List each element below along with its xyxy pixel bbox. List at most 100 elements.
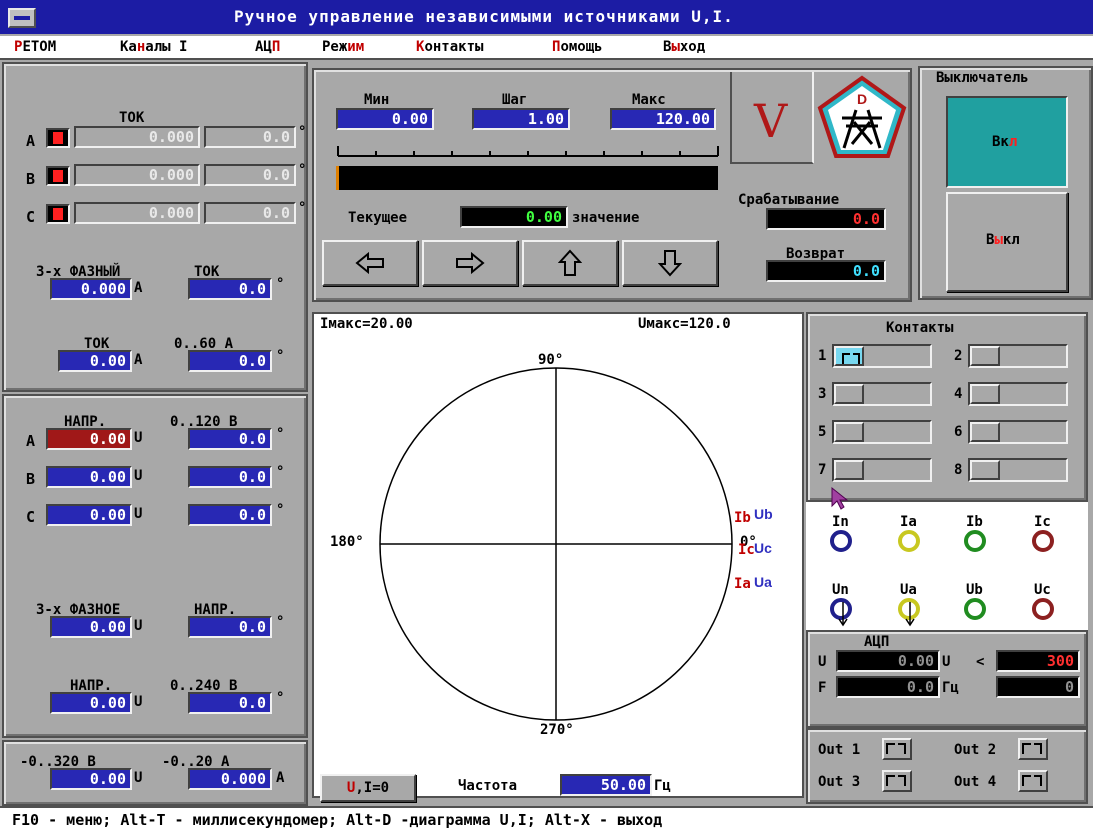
breaker-on-label: Вкл xyxy=(992,134,1018,150)
contact-7-knob xyxy=(834,460,864,480)
zero-ui-button[interactable]: U,I=0 xyxy=(320,774,416,802)
range240-voltage-field[interactable]: 0.00 xyxy=(50,692,132,714)
logo-box: D xyxy=(816,72,908,164)
level-fill xyxy=(336,166,339,190)
dc-current-field[interactable]: 0.000 xyxy=(188,768,272,790)
breaker-on-button[interactable]: Вкл xyxy=(946,96,1068,188)
contact-1-knob xyxy=(834,346,864,366)
step-field[interactable]: 1.00 xyxy=(472,108,570,130)
status-text: F10 - меню; Alt-T - миллисекундомер; Alt… xyxy=(12,811,663,829)
current-title: ТОК xyxy=(119,110,145,126)
degree-symbol: ° xyxy=(276,348,285,364)
menu-contacts[interactable]: Контакты xyxy=(416,39,483,55)
phase-a-angle-field[interactable]: 0.0 xyxy=(204,126,296,148)
contact-7-toggle[interactable] xyxy=(832,458,932,482)
terminal-ic-label: Ic xyxy=(1034,514,1051,530)
unit-label: Гц xyxy=(942,680,959,696)
contact-5-toggle[interactable] xyxy=(832,420,932,444)
frequency-label: Частота xyxy=(458,778,518,794)
max-label: Макс xyxy=(632,92,666,108)
contacts-panel: Контакты 1 2 3 4 5 6 7 8 xyxy=(806,312,1088,502)
three-phase-voltage-angle-field[interactable]: 0.0 xyxy=(188,616,272,638)
three-phase-current-field[interactable]: 0.000 xyxy=(50,278,132,300)
scale-ticks xyxy=(337,146,719,157)
unit-label: U xyxy=(134,694,143,710)
adc-title: АЦП xyxy=(864,634,890,650)
contact-1-toggle[interactable] xyxy=(832,344,932,368)
contact-5-knob xyxy=(834,422,864,442)
uc-label: Uc xyxy=(754,540,772,556)
menu-channels[interactable]: Каналы I xyxy=(120,39,187,55)
phase-b-indicator xyxy=(46,166,70,186)
contact-2-toggle[interactable] xyxy=(968,344,1068,368)
arrow-right-icon xyxy=(456,252,485,274)
system-menu-button[interactable] xyxy=(8,8,36,28)
menu-retom[interactable]: РЕТОМ xyxy=(14,39,56,55)
step-down-button[interactable] xyxy=(622,240,718,286)
range60-current-field[interactable]: 0.00 xyxy=(58,350,132,372)
contact-4-toggle[interactable] xyxy=(968,382,1068,406)
menu-mode[interactable]: Режим xyxy=(322,39,364,55)
voltage-phase-c-field[interactable]: 0.00 xyxy=(46,504,132,526)
menu-adc[interactable]: АЦП xyxy=(255,39,280,55)
contact-8-toggle[interactable] xyxy=(968,458,1068,482)
terminal-ua-label: Ua xyxy=(900,582,917,598)
contact-3-knob xyxy=(834,384,864,404)
degree-symbol: ° xyxy=(276,276,285,292)
mode-letter: V xyxy=(754,94,788,148)
phase-c-current-field[interactable]: 0.000 xyxy=(74,202,200,224)
terminal-ia-socket[interactable] xyxy=(898,530,920,552)
three-phase-voltage-field[interactable]: 0.00 xyxy=(50,616,132,638)
phase-b-angle-field[interactable]: 0.0 xyxy=(204,164,296,186)
phase-a-current-field[interactable]: 0.000 xyxy=(74,126,200,148)
out4-label: Out 4 xyxy=(954,774,997,790)
terminal-ib-socket[interactable] xyxy=(964,530,986,552)
min-field[interactable]: 0.00 xyxy=(336,108,434,130)
out3-toggle[interactable] xyxy=(882,770,912,792)
adc-panel: АЦП U 0.00 U < 300 F 0.0 Гц 0 xyxy=(806,630,1088,728)
mode-box: V xyxy=(730,72,814,164)
decrease-left-button[interactable] xyxy=(322,240,418,286)
contact-7-number: 7 xyxy=(818,462,827,478)
adc-limit-field[interactable]: 300 xyxy=(996,650,1080,672)
step-up-button[interactable] xyxy=(522,240,618,286)
adc-f-field: 0.0 xyxy=(836,676,940,698)
menu-help[interactable]: Помощь xyxy=(552,39,603,55)
phase-c-angle-field[interactable]: 0.0 xyxy=(204,202,296,224)
mouse-cursor-icon xyxy=(831,486,849,510)
contact-2-knob xyxy=(970,346,1000,366)
terminal-ic-socket[interactable] xyxy=(1032,530,1054,552)
increase-right-button[interactable] xyxy=(422,240,518,286)
degree-symbol: ° xyxy=(276,614,285,630)
frequency-field[interactable]: 50.00 xyxy=(560,774,652,796)
max-field[interactable]: 120.00 xyxy=(610,108,716,130)
out1-label: Out 1 xyxy=(818,742,861,758)
dc-voltage-field[interactable]: 0.00 xyxy=(50,768,132,790)
range60-angle-field[interactable]: 0.0 xyxy=(188,350,272,372)
contact-3-toggle[interactable] xyxy=(832,382,932,406)
breaker-off-button[interactable]: Выкл xyxy=(946,192,1068,292)
terminal-un-label: Un xyxy=(832,582,849,598)
window-title: Ручное управление независимыми источника… xyxy=(234,7,734,26)
voltage-phase-a-angle-field[interactable]: 0.0 xyxy=(188,428,272,450)
phase-b-current-field[interactable]: 0.000 xyxy=(74,164,200,186)
menu-exit[interactable]: Выход xyxy=(663,39,705,55)
out2-toggle[interactable] xyxy=(1018,738,1048,760)
out3-label: Out 3 xyxy=(818,774,861,790)
voltage-phase-b-angle-field[interactable]: 0.0 xyxy=(188,466,272,488)
out4-toggle[interactable] xyxy=(1018,770,1048,792)
relay-contact-icon xyxy=(886,743,906,754)
adc-u-field: 0.00 xyxy=(836,650,940,672)
voltage-phase-a-field[interactable]: 0.00 xyxy=(46,428,132,450)
range240-angle-field[interactable]: 0.0 xyxy=(188,692,272,714)
contact-6-toggle[interactable] xyxy=(968,420,1068,444)
level-bar[interactable] xyxy=(336,166,718,190)
tower-logo-icon: D xyxy=(817,75,907,158)
terminal-in-socket[interactable] xyxy=(830,530,852,552)
three-phase-angle-field[interactable]: 0.0 xyxy=(188,278,272,300)
ua-label: Ua xyxy=(754,574,772,590)
voltage-phase-c-angle-field[interactable]: 0.0 xyxy=(188,504,272,526)
voltage-phase-b-field[interactable]: 0.00 xyxy=(46,466,132,488)
compare-sign: < xyxy=(976,654,985,670)
out1-toggle[interactable] xyxy=(882,738,912,760)
